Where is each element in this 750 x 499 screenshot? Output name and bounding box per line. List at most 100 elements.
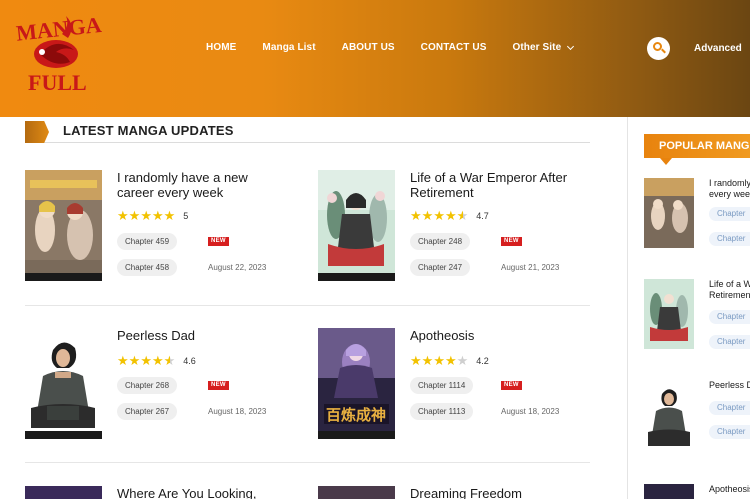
popular-item: Peerless Dad Chapter Chapter bbox=[644, 380, 750, 460]
popular-cover[interactable] bbox=[644, 178, 694, 248]
chapter-link[interactable]: Chapter 1114 bbox=[410, 377, 474, 394]
manga-title[interactable]: Life of a War Emperor After Retirement bbox=[410, 170, 585, 200]
update-date: August 21, 2023 bbox=[501, 263, 560, 272]
chapter-link[interactable]: Chapter 459 bbox=[117, 233, 178, 250]
manga-title-line: Peerless Dad bbox=[117, 328, 196, 343]
manga-cover[interactable] bbox=[25, 170, 102, 281]
manga-cover[interactable] bbox=[25, 486, 102, 499]
new-badge: NEW bbox=[208, 381, 229, 390]
star-icon: ★ bbox=[117, 208, 129, 223]
svg-text:百炼成神: 百炼成神 bbox=[326, 406, 386, 424]
advanced-search-link[interactable]: Advanced bbox=[694, 43, 742, 54]
star-icon: ★ bbox=[128, 208, 141, 223]
search-button[interactable] bbox=[647, 37, 670, 60]
nav-contact-us[interactable]: CONTACT US bbox=[421, 42, 487, 53]
popular-manga-header: POPULAR MANGA bbox=[644, 134, 750, 165]
manga-cover[interactable] bbox=[318, 486, 395, 499]
svg-text:MANGA: MANGA bbox=[15, 12, 103, 46]
popular-chapter-link[interactable]: Chapter bbox=[709, 207, 750, 221]
manga-title-line: Retirement bbox=[410, 185, 474, 200]
new-badge: NEW bbox=[501, 381, 522, 390]
new-badge: NEW bbox=[208, 237, 229, 246]
manga-title-line: career every week bbox=[117, 185, 224, 200]
popular-item: Apotheosis bbox=[644, 484, 750, 499]
popular-chapter-link[interactable]: Chapter bbox=[709, 310, 750, 324]
manga-card: Peerless Dad ★ ★ ★ ★ ★ 4.6 Chapter 268 NEW C… bbox=[25, 328, 285, 448]
star-icon: ★ bbox=[140, 208, 152, 223]
manga-title[interactable]: I randomly have a new career every week bbox=[117, 170, 292, 200]
popular-cover[interactable] bbox=[644, 380, 694, 450]
popular-title[interactable]: Peerless Dad bbox=[709, 380, 750, 391]
sidebar-divider bbox=[627, 117, 628, 499]
popular-title-line: Life of a War bbox=[709, 279, 750, 289]
popular-title[interactable]: Life of a WarRetirement bbox=[709, 279, 750, 301]
popular-title[interactable]: I randomly every week bbox=[709, 178, 750, 200]
chapter-link[interactable]: Chapter 267 bbox=[117, 403, 178, 420]
star-icon: ★ bbox=[444, 208, 457, 223]
site-logo[interactable]: MANGA FULL bbox=[12, 4, 104, 104]
manga-card: Where Are You Looking, bbox=[25, 486, 285, 499]
star-icon: ★ bbox=[410, 208, 422, 223]
manga-title[interactable]: Where Are You Looking, bbox=[117, 486, 285, 499]
popular-chapter-link[interactable]: Chapter bbox=[709, 401, 750, 415]
star-icon: ★ bbox=[128, 353, 141, 368]
popular-chapter-link[interactable]: Chapter bbox=[709, 335, 750, 349]
popular-chapter-link[interactable]: Chapter bbox=[709, 425, 750, 439]
nav-other-site-label: Other Site bbox=[512, 42, 562, 53]
popular-cover[interactable] bbox=[644, 484, 694, 499]
star-half-icon: ★ bbox=[456, 208, 469, 223]
manga-title-line: Apotheosis bbox=[410, 328, 475, 343]
svg-text:FULL: FULL bbox=[28, 70, 87, 95]
nav-about-us[interactable]: ABOUT US bbox=[342, 42, 395, 53]
nav-other-site[interactable]: Other Site bbox=[512, 42, 575, 53]
rating-stars: ★ ★ ★ ★ ★ 4.7 bbox=[410, 209, 489, 222]
popular-title-line: I randomly bbox=[709, 178, 750, 188]
section-title: LATEST MANGA UPDATES bbox=[63, 123, 234, 138]
star-icon: ★ bbox=[421, 353, 434, 368]
manga-card: I randomly have a new career every week ★… bbox=[25, 170, 285, 290]
chapter-link[interactable]: Chapter 1113 bbox=[410, 403, 474, 420]
chapter-link[interactable]: Chapter 458 bbox=[117, 259, 178, 276]
manga-title-line: Life of a War Emperor After bbox=[410, 170, 568, 185]
rating-value: 4.7 bbox=[476, 210, 489, 221]
manga-cover[interactable]: 百炼成神 bbox=[318, 328, 395, 439]
star-empty-icon: ★ bbox=[456, 353, 469, 368]
site-header: MANGA FULL HOME Manga List ABOUT US CONT… bbox=[0, 0, 750, 117]
manga-title[interactable]: Apotheosis bbox=[410, 328, 585, 343]
star-icon: ★ bbox=[151, 208, 164, 223]
manga-title[interactable]: Peerless Dad bbox=[117, 328, 292, 343]
star-icon: ★ bbox=[444, 353, 457, 368]
chevron-down-icon bbox=[567, 42, 575, 50]
manga-cover[interactable] bbox=[318, 170, 395, 281]
logo-emblem-icon: MANGA FULL bbox=[15, 12, 103, 95]
section-tag-icon bbox=[25, 121, 49, 143]
popular-item: Life of a WarRetirement Chapter Chapter bbox=[644, 279, 750, 359]
star-icon: ★ bbox=[433, 208, 445, 223]
rating-stars: ★ ★ ★ ★ ★ 4.2 bbox=[410, 354, 489, 367]
manga-title-line: Dreaming Freedom bbox=[410, 486, 522, 499]
chapter-link[interactable]: Chapter 248 bbox=[410, 233, 471, 250]
star-icon: ★ bbox=[421, 208, 434, 223]
update-date: August 18, 2023 bbox=[208, 407, 267, 416]
rating-value: 4.2 bbox=[476, 355, 489, 366]
star-icon: ★ bbox=[140, 353, 152, 368]
chapter-link[interactable]: Chapter 247 bbox=[410, 259, 471, 276]
sidebar-title: POPULAR MANGA bbox=[659, 140, 750, 152]
popular-title-line: Retirement bbox=[709, 290, 750, 300]
rating-value: 5 bbox=[183, 210, 189, 221]
popular-cover[interactable] bbox=[644, 279, 694, 349]
nav-home[interactable]: HOME bbox=[206, 42, 236, 53]
latest-updates-header: LATEST MANGA UPDATES bbox=[25, 119, 590, 143]
update-date: August 22, 2023 bbox=[208, 263, 267, 272]
manga-cover[interactable] bbox=[25, 328, 102, 439]
popular-chapter-link[interactable]: Chapter bbox=[709, 232, 750, 246]
nav-manga-list[interactable]: Manga List bbox=[262, 42, 315, 53]
popular-title[interactable]: Apotheosis bbox=[709, 484, 750, 495]
update-date: August 18, 2023 bbox=[501, 407, 560, 416]
main-nav: HOME Manga List ABOUT US CONTACT US Othe… bbox=[206, 42, 599, 53]
manga-title-line: Where Are You Looking, bbox=[117, 486, 257, 499]
popular-title-line: Peerless Dad bbox=[709, 380, 750, 390]
manga-title[interactable]: Dreaming Freedom bbox=[410, 486, 578, 499]
chapter-link[interactable]: Chapter 268 bbox=[117, 377, 178, 394]
star-icon: ★ bbox=[117, 353, 129, 368]
